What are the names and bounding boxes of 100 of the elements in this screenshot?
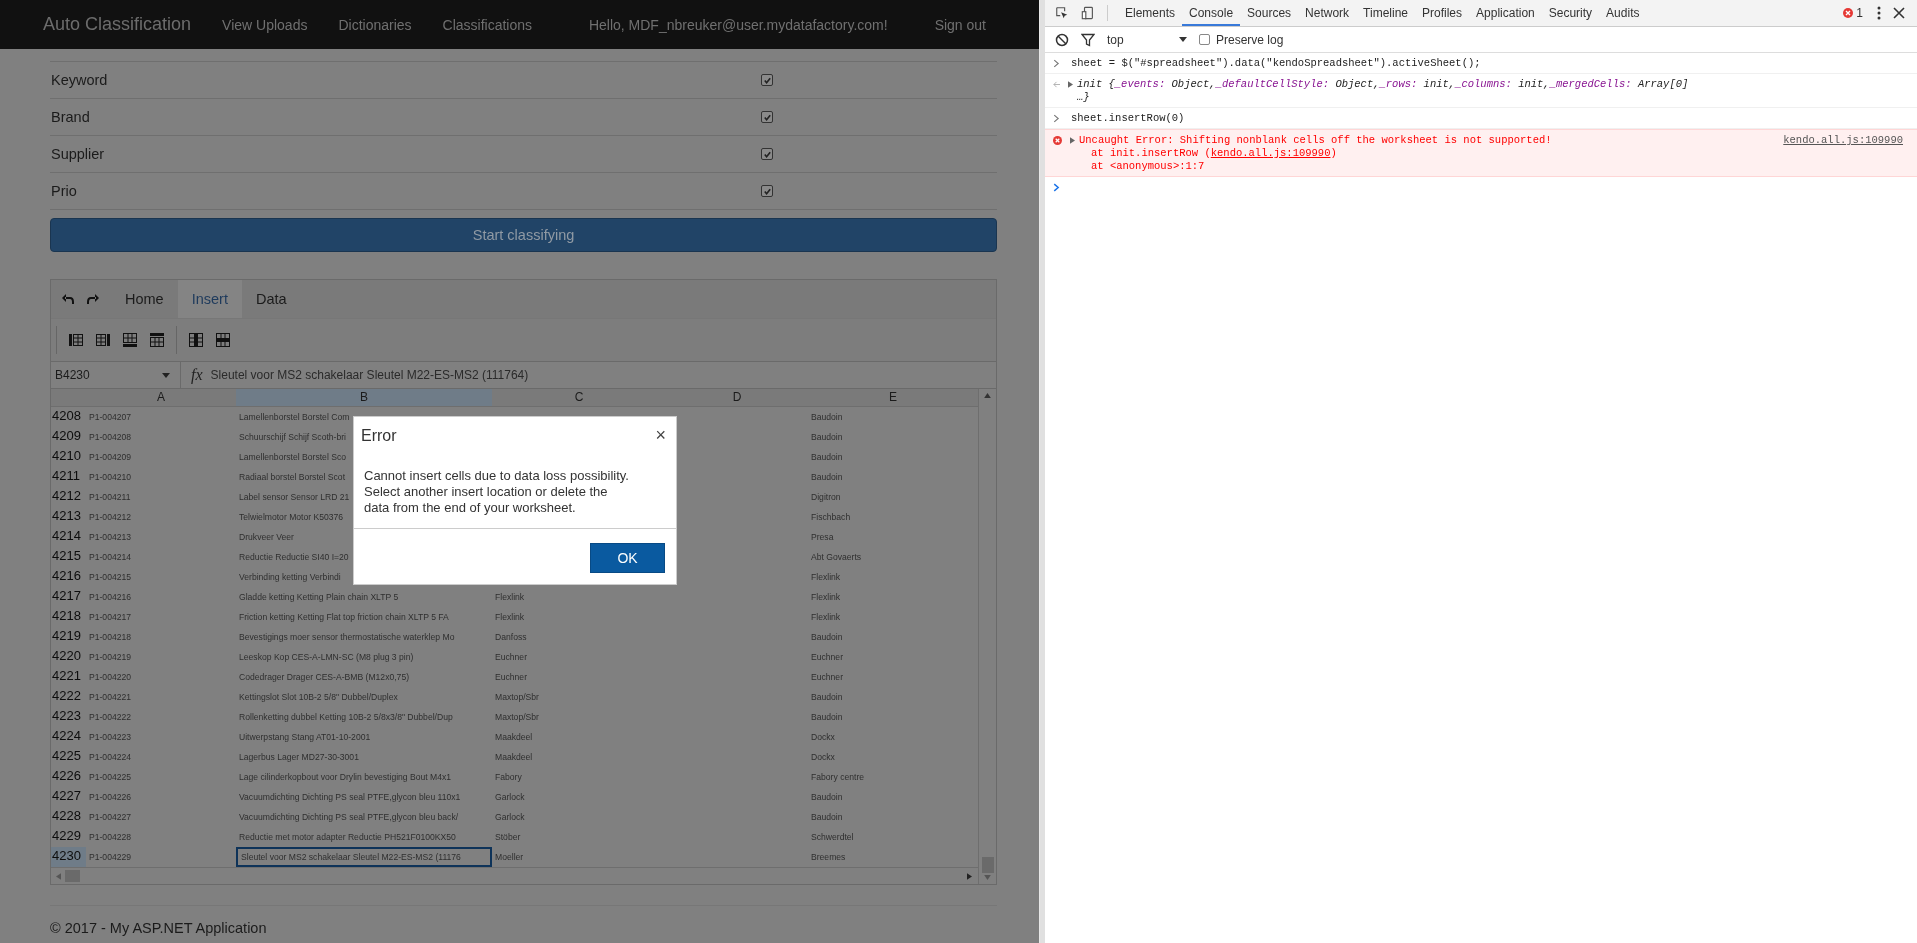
row-header[interactable]: 4226 bbox=[51, 767, 86, 787]
row-header[interactable]: 4212 bbox=[51, 487, 86, 507]
devtools-tab[interactable]: Application bbox=[1469, 0, 1542, 26]
column-header[interactable]: E bbox=[808, 389, 978, 406]
ribbon-tab[interactable]: Data bbox=[241, 280, 301, 318]
table-cell: Vacuumdichting Dichting PS seal PTFE,glycon bleu back/ bbox=[239, 812, 459, 822]
row-header[interactable]: 4214 bbox=[51, 527, 86, 547]
row-header[interactable]: 4229 bbox=[51, 827, 86, 847]
name-box[interactable]: B4230 bbox=[51, 362, 181, 388]
row-header[interactable]: 4215 bbox=[51, 547, 86, 567]
table-cell: Baudoin bbox=[811, 692, 843, 702]
dropdown-arrow-icon bbox=[1179, 37, 1187, 42]
prompt-chevron-icon[interactable] bbox=[1053, 183, 1060, 192]
console-output: init {_events: Object,_defaultCellStyle: Object,_rows: init,_columns: init,_mergedCells: Array[0] …} bbox=[1077, 78, 1689, 104]
row-header[interactable]: 4228 bbox=[51, 807, 86, 827]
filter-icon[interactable] bbox=[1081, 32, 1095, 47]
start-classifying-button[interactable]: Start classifying bbox=[50, 218, 997, 252]
devtools-tab[interactable]: Sources bbox=[1240, 0, 1299, 26]
inspect-element-icon[interactable] bbox=[1055, 6, 1069, 20]
insert-column-left-icon[interactable] bbox=[68, 332, 84, 348]
devtools-tab[interactable]: Profiles bbox=[1415, 0, 1470, 26]
error-icon bbox=[1843, 8, 1854, 18]
scroll-up-icon[interactable] bbox=[984, 393, 991, 398]
column-header[interactable]: B bbox=[236, 389, 492, 406]
row-header[interactable]: 4223 bbox=[51, 707, 86, 727]
row-header[interactable]: 4211 bbox=[51, 467, 86, 487]
redo-icon[interactable] bbox=[86, 293, 100, 305]
source-link[interactable]: kendo.all.js:109990 bbox=[1210, 147, 1331, 159]
sign-out-link[interactable]: Sign out bbox=[934, 16, 986, 33]
devtools-tab[interactable]: Timeline bbox=[1356, 0, 1415, 26]
devtools-tab[interactable]: Security bbox=[1541, 0, 1600, 26]
table-cell: Garlock bbox=[495, 812, 525, 822]
insert-row-above-icon[interactable] bbox=[149, 332, 165, 348]
expand-triangle-icon[interactable] bbox=[1070, 137, 1075, 144]
preserve-log-checkbox[interactable] bbox=[1199, 34, 1210, 45]
table-cell: Reductie Reductie SI40 I=20 bbox=[239, 552, 349, 562]
clear-console-icon[interactable] bbox=[1055, 32, 1069, 47]
table-cell: P1-004222 bbox=[89, 712, 132, 722]
table-cell: P1-004227 bbox=[89, 812, 132, 822]
greeting-link[interactable]: Hello, MDF_nbreuker@user.mydatafactory.com! bbox=[588, 16, 888, 33]
row-header[interactable]: 4227 bbox=[51, 787, 86, 807]
table-cell: P1-004226 bbox=[89, 792, 132, 802]
row-header[interactable]: 4218 bbox=[51, 607, 86, 627]
table-cell: Reductie met motor adapter Reductie PH521F0100KX50 bbox=[239, 832, 456, 842]
devtools-tab[interactable]: Console bbox=[1182, 0, 1241, 26]
table-cell: Baudoin bbox=[811, 812, 843, 822]
table-cell: Flexlink bbox=[811, 592, 841, 602]
more-menu-icon[interactable] bbox=[1877, 6, 1881, 20]
row-header[interactable]: 4221 bbox=[51, 667, 86, 687]
checkbox[interactable] bbox=[761, 111, 773, 123]
column-header[interactable]: D bbox=[666, 389, 808, 406]
ribbon-tab[interactable]: Home bbox=[111, 280, 178, 318]
input-chevron-icon bbox=[1053, 114, 1060, 123]
ok-button[interactable]: OK bbox=[590, 543, 665, 573]
row-header[interactable]: 4213 bbox=[51, 507, 86, 527]
delete-column-icon[interactable] bbox=[188, 332, 204, 348]
row-header[interactable]: 4219 bbox=[51, 627, 86, 647]
source-link[interactable]: kendo.all.js:109990 bbox=[1783, 134, 1903, 147]
row-header[interactable]: 4216 bbox=[51, 567, 86, 587]
close-icon[interactable] bbox=[1893, 6, 1905, 20]
table-cell: Breemes bbox=[811, 852, 846, 862]
row-header[interactable]: 4222 bbox=[51, 687, 86, 707]
context-select[interactable]: top bbox=[1107, 32, 1187, 47]
checkbox[interactable] bbox=[761, 74, 773, 86]
row-header[interactable]: 4230 bbox=[51, 847, 86, 867]
nav-link[interactable]: View Uploads bbox=[222, 16, 308, 33]
row-header[interactable]: 4210 bbox=[51, 447, 86, 467]
table-cell: Schwerdtel bbox=[811, 832, 854, 842]
ribbon-tab[interactable]: Insert bbox=[177, 280, 242, 318]
table-cell: P1-004229 bbox=[89, 852, 132, 862]
option-label: Supplier bbox=[51, 146, 106, 162]
delete-row-icon[interactable] bbox=[215, 332, 231, 348]
column-header[interactable]: A bbox=[86, 389, 236, 406]
row-header[interactable]: 4208 bbox=[51, 407, 86, 427]
nav-link[interactable]: Classifications bbox=[442, 16, 533, 33]
devtools-tab[interactable]: Audits bbox=[1599, 0, 1647, 26]
scroll-right-icon[interactable] bbox=[967, 872, 972, 880]
row-header[interactable]: 4224 bbox=[51, 727, 86, 747]
device-toolbar-icon[interactable] bbox=[1081, 6, 1095, 20]
table-cell: Abt Govaerts bbox=[811, 552, 862, 562]
nav-link[interactable]: Dictionaries bbox=[338, 16, 412, 33]
checkbox[interactable] bbox=[761, 185, 773, 197]
row-header[interactable]: 4217 bbox=[51, 587, 86, 607]
undo-icon[interactable] bbox=[61, 293, 75, 305]
devtools-tab[interactable]: Network bbox=[1298, 0, 1357, 26]
row-header[interactable]: 4225 bbox=[51, 747, 86, 767]
insert-column-right-icon[interactable] bbox=[95, 332, 111, 348]
table-cell: Baudoin bbox=[811, 452, 843, 462]
table-cell: P1-004217 bbox=[89, 612, 132, 622]
checkbox[interactable] bbox=[761, 148, 773, 160]
error-count-badge[interactable]: 1 bbox=[1843, 6, 1863, 20]
row-header[interactable]: 4220 bbox=[51, 647, 86, 667]
devtools-tab[interactable]: Elements bbox=[1118, 0, 1183, 26]
close-button[interactable]: × bbox=[655, 425, 666, 446]
formula-field[interactable]: Sleutel voor MS2 schakelaar Sleutel M22-ES-MS2 (111764) bbox=[210, 368, 529, 382]
insert-row-below-icon[interactable] bbox=[122, 332, 138, 348]
row-header[interactable]: 4209 bbox=[51, 427, 86, 447]
expand-triangle-icon[interactable] bbox=[1068, 81, 1073, 88]
column-header[interactable]: C bbox=[492, 389, 666, 406]
brand-link[interactable]: Auto Classification bbox=[43, 14, 192, 35]
